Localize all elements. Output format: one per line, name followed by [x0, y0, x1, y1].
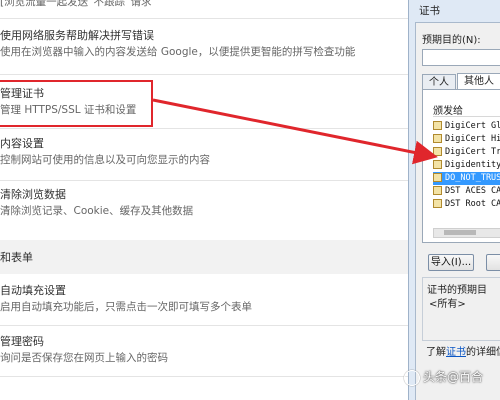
- intended-purpose-label: 预期目的(N):: [422, 35, 481, 46]
- chrome-settings-page: [浏览流量一起发送“不跟踪”请求 使用网络服务帮助解决拼写错误 使用在浏览器中输…: [0, 0, 408, 400]
- certificate-name: DST Root CA: [445, 199, 500, 209]
- red-highlight-box: [0, 80, 153, 127]
- certificate-row[interactable]: DST Root CA: [433, 198, 500, 211]
- import-button[interactable]: 导入(I)...: [428, 254, 474, 271]
- manage-passwords-title: 管理密码: [0, 335, 44, 348]
- certificate-icon: [433, 134, 442, 143]
- scrollbar-thumb[interactable]: [444, 230, 476, 235]
- watermark: 头条@百合: [404, 368, 483, 388]
- certificates-dialog: 证书 预期目的(N): 个人 其他人 颁发给 DigiCert Gl DigiCe…: [408, 0, 500, 400]
- column-header-issued-to[interactable]: 颁发给: [433, 102, 500, 117]
- certificate-icon: [433, 121, 442, 130]
- watermark-logo-icon: [404, 369, 420, 386]
- divider: [0, 325, 408, 326]
- spellcheck-desc: 使用在浏览器中输入的内容发送给 Google，以便提供更智能的拼写检查功能: [0, 46, 356, 58]
- spellcheck-setting[interactable]: 使用网络服务帮助解决拼写错误 使用在浏览器中输入的内容发送给 Google，以便…: [0, 28, 408, 60]
- learn-more-text: 了解证书的详细信: [426, 343, 500, 358]
- autofill-title: 自动填充设置: [0, 284, 66, 297]
- certificate-name: Digidentity: [445, 160, 500, 170]
- dialog-body: 预期目的(N): 个人 其他人 颁发给 DigiCert Gl DigiCert …: [415, 22, 500, 400]
- certificate-icon: [433, 199, 442, 208]
- certificate-row[interactable]: DigiCert Gl: [433, 120, 500, 133]
- export-button[interactable]: 导: [486, 254, 500, 271]
- certificate-name: DigiCert Gl: [445, 121, 500, 131]
- forms-section-header: 和表单: [0, 240, 408, 274]
- clear-browsing-desc: 清除浏览记录、Cookie、缓存及其他数据: [0, 205, 194, 217]
- content-settings[interactable]: 内容设置 控制网站可使用的信息以及可向您显示的内容: [0, 136, 408, 168]
- divider: [0, 376, 408, 377]
- certificate-tabs: 个人 其他人: [422, 72, 500, 91]
- do-not-track-row[interactable]: [浏览流量一起发送“不跟踪”请求: [0, 0, 408, 10]
- manage-passwords-desc: 询问是否保存您在网页上输入的密码: [0, 352, 168, 364]
- certificate-icon: [433, 147, 442, 156]
- certificate-name: DigiCert Hi: [445, 134, 500, 144]
- certificate-purposes-label: 证书的预期目: [427, 285, 487, 296]
- watermark-text: 头条@百合: [423, 370, 484, 384]
- certificate-icon: [433, 173, 442, 182]
- certificate-name: DO_NOT_TRUS: [445, 173, 500, 183]
- spellcheck-title: 使用网络服务帮助解决拼写错误: [0, 29, 154, 42]
- certificate-row[interactable]: DigiCert Tr: [433, 146, 500, 159]
- certificate-row-selected[interactable]: DO_NOT_TRUS: [433, 172, 500, 185]
- content-settings-title: 内容设置: [0, 137, 44, 150]
- autofill-desc: 启用自动填充功能后，只需点击一次即可填写多个表单: [0, 301, 252, 313]
- content-settings-desc: 控制网站可使用的信息以及可向您显示的内容: [0, 154, 210, 166]
- dialog-title: 证书: [419, 5, 440, 17]
- divider: [0, 128, 408, 129]
- divider: [0, 74, 408, 75]
- horizontal-scrollbar[interactable]: [433, 228, 500, 238]
- manage-passwords[interactable]: 管理密码 询问是否保存您在网页上输入的密码: [0, 334, 408, 366]
- certificate-icon: [433, 160, 442, 169]
- certificate-row[interactable]: DST ACES CA: [433, 185, 500, 198]
- do-not-track-text: [浏览流量一起发送“不跟踪”请求: [0, 0, 152, 8]
- forms-section-title: 和表单: [0, 251, 33, 264]
- certificate-name: DST ACES CA: [445, 186, 500, 196]
- certificate-row[interactable]: DigiCert Hi: [433, 133, 500, 146]
- autofill-settings[interactable]: 自动填充设置 启用自动填充功能后，只需点击一次即可填写多个表单: [0, 283, 408, 315]
- learn-more-prefix: 了解: [426, 347, 446, 358]
- intended-purpose-select[interactable]: [422, 49, 500, 66]
- certificate-icon: [433, 186, 442, 195]
- learn-more-certificates-link[interactable]: 证书: [446, 347, 466, 358]
- divider: [0, 18, 408, 19]
- certificate-list: DigiCert Gl DigiCert Hi DigiCert Tr Digi…: [433, 120, 500, 211]
- certificate-purposes-value: <所有>: [429, 299, 466, 310]
- clear-browsing-data[interactable]: 清除浏览数据 清除浏览记录、Cookie、缓存及其他数据: [0, 187, 408, 219]
- clear-browsing-title: 清除浏览数据: [0, 188, 66, 201]
- certificate-purposes-group: 证书的预期目 <所有>: [422, 277, 500, 341]
- learn-more-suffix: 的详细信: [466, 347, 500, 358]
- certificate-name: DigiCert Tr: [445, 147, 500, 157]
- divider: [0, 180, 408, 181]
- certificate-row[interactable]: Digidentity: [433, 159, 500, 172]
- certificate-list-panel: 颁发给 DigiCert Gl DigiCert Hi DigiCert Tr …: [422, 89, 500, 243]
